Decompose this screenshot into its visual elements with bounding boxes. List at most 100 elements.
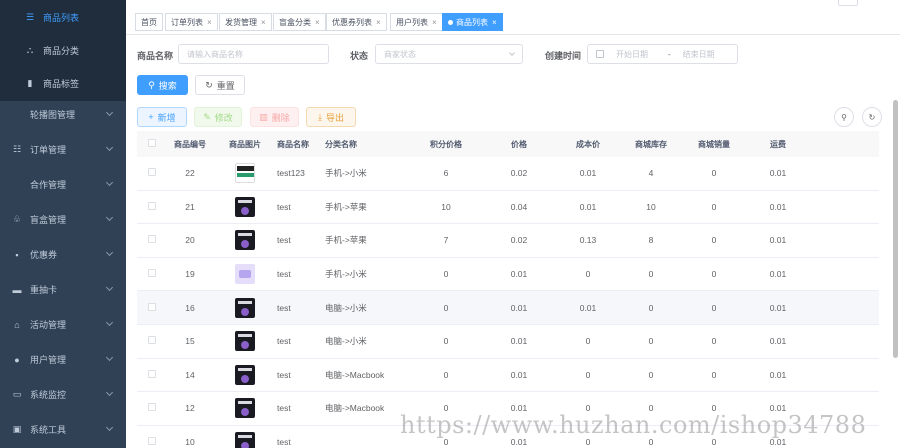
plus-icon: + xyxy=(148,112,154,122)
column-header[interactable]: 商品名称 xyxy=(277,139,325,150)
toggle-search-button[interactable]: ⚲ xyxy=(834,107,854,127)
date-range-picker[interactable]: 开始日期 - 结束日期 xyxy=(587,44,738,64)
product-name-input[interactable]: 请输入商品名称 xyxy=(178,44,329,64)
table-body: 22 test123 手机->小米 6 0.02 0.01 4 0 0.01 21 test 手机->… xyxy=(137,157,879,448)
product-thumbnail[interactable] xyxy=(235,196,255,217)
select-all-checkbox[interactable] xyxy=(148,139,156,147)
edit-button[interactable]: ✎ 修改 xyxy=(194,107,242,127)
export-button-label: 导出 xyxy=(325,112,344,123)
tab-4[interactable]: 盲盒分类 × xyxy=(273,13,326,31)
sidebar-item-label: 系统工具 xyxy=(30,425,67,435)
product-image[interactable] xyxy=(213,364,277,385)
cell-category: 电脑->小米 xyxy=(325,302,367,313)
table-row[interactable]: 19 test 手机->小米 0 0.01 0 0 0 0.01 xyxy=(137,258,879,292)
delete-button-label: 删除 xyxy=(271,112,290,123)
category-tree-icon: ⛬ xyxy=(26,45,34,55)
row-checkbox[interactable] xyxy=(148,403,156,412)
sidebar-item[interactable]: ♧ 盲盒管理 xyxy=(0,202,126,237)
search-button[interactable]: ⚲ 搜索 xyxy=(137,75,188,95)
chevron-down-icon xyxy=(105,423,114,432)
sidebar-item[interactable]: ▬ 重抽卡 xyxy=(0,272,126,307)
sidebar-item[interactable]: 轮播图管理 xyxy=(0,97,126,132)
product-image[interactable] xyxy=(213,432,277,448)
top-right-control[interactable] xyxy=(838,0,858,6)
tab-label: 盲盒分类 xyxy=(279,17,311,27)
column-header[interactable]: 商品图片 xyxy=(213,139,277,150)
product-thumbnail[interactable] xyxy=(235,364,255,385)
column-header[interactable]: 商城销量 xyxy=(681,139,747,150)
product-image[interactable] xyxy=(213,163,277,184)
column-header[interactable]: 运费 xyxy=(747,139,809,150)
tab-7[interactable]: 商品列表 × xyxy=(442,13,503,31)
column-header[interactable]: 商城库存 xyxy=(621,139,681,150)
tab-1[interactable]: 首页 xyxy=(135,13,163,31)
product-thumbnail[interactable] xyxy=(235,163,255,184)
product-image[interactable] xyxy=(213,398,277,419)
close-icon[interactable]: × xyxy=(376,18,381,27)
cell-sales: 0 xyxy=(711,235,717,246)
cell-price: 0.01 xyxy=(510,336,528,347)
sidebar-item[interactable]: ⛬ 商品分类 xyxy=(0,33,126,68)
sidebar-item[interactable]: ▭ 系统监控 xyxy=(0,377,126,412)
table-row[interactable]: 16 test 电脑->小米 0 0.01 0.01 0 0 0.01 xyxy=(137,291,879,325)
close-icon[interactable]: × xyxy=(207,18,212,27)
tab-6[interactable]: 用户列表 × xyxy=(390,13,443,31)
row-checkbox[interactable] xyxy=(148,201,156,210)
product-image[interactable] xyxy=(213,230,277,251)
scrollbar[interactable] xyxy=(893,100,898,358)
product-image[interactable] xyxy=(213,331,277,352)
sidebar-item[interactable]: 合作管理 xyxy=(0,167,126,202)
column-header[interactable]: 商品编号 xyxy=(167,139,213,150)
delete-button[interactable]: ▥ 删除 xyxy=(250,107,299,127)
column-header[interactable]: 价格 xyxy=(483,139,555,150)
close-icon[interactable]: × xyxy=(315,18,320,27)
product-image[interactable] xyxy=(213,196,277,217)
status-select[interactable]: 商家状态 xyxy=(375,44,523,64)
tab-3[interactable]: 发货管理 × xyxy=(219,13,272,31)
sidebar-item-label: 优惠券 xyxy=(30,250,58,260)
cell-stock: 4 xyxy=(648,168,654,179)
product-image[interactable] xyxy=(213,297,277,318)
product-thumbnail[interactable] xyxy=(235,297,255,318)
tab-2[interactable]: 订单列表 × xyxy=(165,13,218,31)
product-thumbnail[interactable] xyxy=(235,398,255,419)
row-checkbox[interactable] xyxy=(148,235,156,244)
row-checkbox[interactable] xyxy=(148,369,156,378)
sidebar-item[interactable]: ▮ 商品标签 xyxy=(0,66,126,101)
refresh-table-button[interactable]: ↻ xyxy=(862,107,882,127)
export-button[interactable]: ⤓ 导出 xyxy=(306,107,356,127)
product-thumbnail[interactable] xyxy=(235,432,255,448)
product-image[interactable] xyxy=(213,264,277,285)
sidebar-item[interactable]: ▣ 系统工具 xyxy=(0,412,126,447)
column-header[interactable]: 分类名称 xyxy=(325,139,409,150)
close-icon[interactable]: × xyxy=(261,18,266,27)
column-header[interactable]: 成本价 xyxy=(555,139,621,150)
sidebar-item[interactable]: ▪ 优惠券 xyxy=(0,237,126,272)
table-row[interactable]: 22 test123 手机->小米 6 0.02 0.01 4 0 0.01 xyxy=(137,157,879,191)
row-checkbox[interactable] xyxy=(148,302,156,311)
product-thumbnail[interactable] xyxy=(235,230,255,251)
table-row[interactable]: 14 test 电脑->Macbook 0 0.01 0 0 0 0.01 xyxy=(137,359,879,393)
row-checkbox[interactable] xyxy=(148,336,156,345)
add-button[interactable]: + 新增 xyxy=(137,107,187,127)
tab-5[interactable]: 优惠券列表 × xyxy=(326,13,387,31)
row-checkbox[interactable] xyxy=(148,168,156,177)
row-checkbox[interactable] xyxy=(148,269,156,278)
sidebar-item[interactable]: ● 用户管理 xyxy=(0,342,126,377)
close-icon[interactable]: × xyxy=(432,18,437,27)
activity-icon: ⌂ xyxy=(14,319,20,330)
product-thumbnail[interactable] xyxy=(235,331,255,352)
cell-price: 0.01 xyxy=(510,269,528,280)
close-icon[interactable]: × xyxy=(492,18,497,27)
sidebar-item[interactable]: ☷ 订单管理 xyxy=(0,132,126,167)
row-checkbox[interactable] xyxy=(148,437,156,446)
monitor-icon: ▭ xyxy=(12,389,22,399)
reset-button[interactable]: ↻ 重置 xyxy=(195,75,245,95)
table-row[interactable]: 20 test 手机->苹果 7 0.02 0.13 8 0 0.01 xyxy=(137,224,879,258)
tab-label: 发货管理 xyxy=(225,17,257,27)
sidebar-item[interactable]: ⌂ 活动管理 xyxy=(0,307,126,342)
table-row[interactable]: 21 test 手机->苹果 10 0.04 0.01 10 0 0.01 xyxy=(137,191,879,225)
product-thumbnail[interactable] xyxy=(235,264,255,285)
column-header[interactable]: 积分价格 xyxy=(409,139,483,150)
table-row[interactable]: 15 test 电脑->小米 0 0.01 0 0 0 0.01 xyxy=(137,325,879,359)
